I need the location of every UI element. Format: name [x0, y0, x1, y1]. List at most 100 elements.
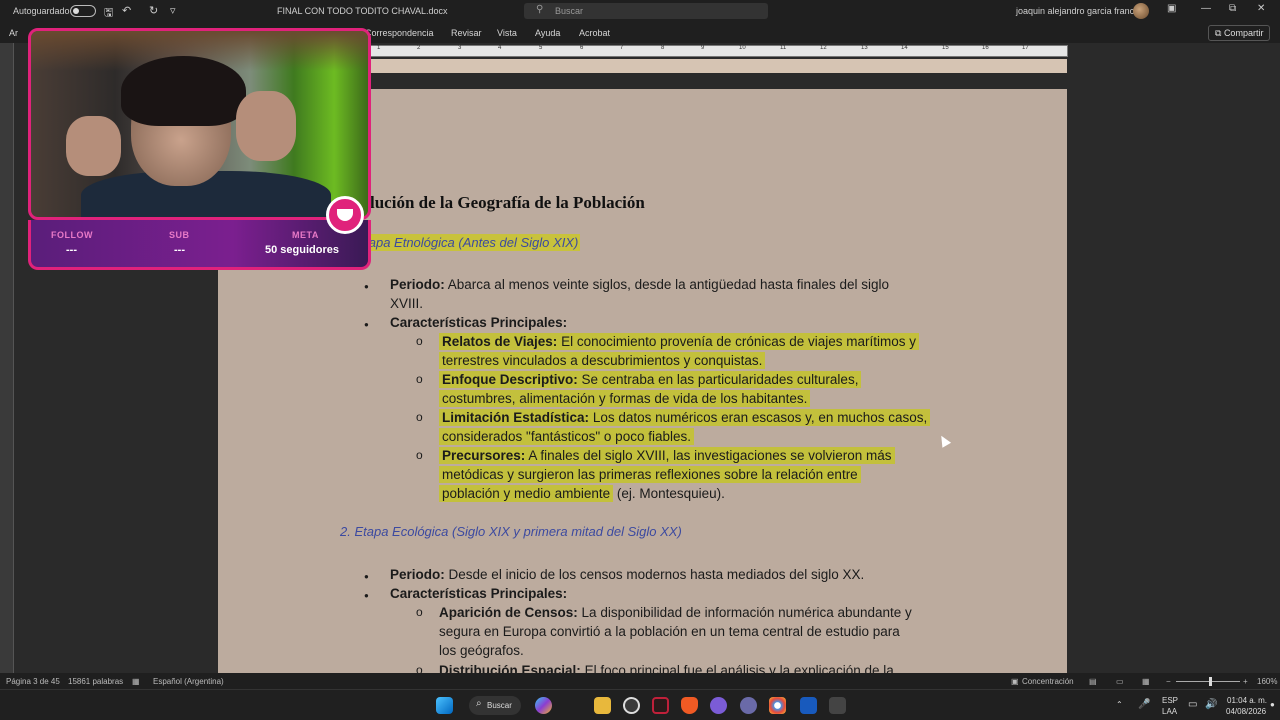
ribbon-display-icon[interactable]: ▣: [1167, 3, 1176, 14]
chrome-icon[interactable]: [769, 697, 786, 714]
ruler-number: 17: [1022, 45, 1029, 51]
twitch-icon[interactable]: [710, 697, 727, 714]
web-layout-icon[interactable]: ▦: [1142, 677, 1150, 686]
minimize-icon[interactable]: —: [1201, 3, 1211, 14]
share-label: Compartir: [1223, 28, 1264, 38]
sub-value: ---: [174, 244, 185, 256]
user-name[interactable]: joaquin alejandro garcia franco: [1016, 6, 1139, 16]
bullet-disc: [364, 586, 369, 601]
chatgpt-icon[interactable]: [623, 697, 640, 714]
keyboard-language-top[interactable]: ESP: [1162, 696, 1178, 705]
restore-icon[interactable]: ⧉: [1229, 3, 1236, 14]
search-icon: ⚲: [536, 4, 544, 15]
bullet-circle: [416, 371, 423, 386]
word-count[interactable]: 15861 palabras: [68, 677, 123, 686]
copilot-icon[interactable]: [535, 697, 552, 714]
redo-icon[interactable]: ↻: [149, 4, 158, 17]
autosave-toggle[interactable]: [70, 5, 96, 17]
save-icon[interactable]: 🖫: [104, 4, 113, 23]
tab-ayuda[interactable]: Ayuda: [535, 28, 560, 38]
zoom-in-icon[interactable]: +: [1243, 677, 1248, 686]
clock-date[interactable]: 04/08/2026: [1226, 707, 1266, 716]
bullet-circle: [416, 604, 423, 619]
tab-correspondencia[interactable]: Correspondencia: [365, 28, 434, 38]
language[interactable]: Español (Argentina): [153, 677, 224, 686]
volume-icon[interactable]: 🔊: [1205, 699, 1217, 710]
item-distribucion: Distribución Espacial: El foco principal…: [439, 663, 894, 673]
bullet-circle: [416, 333, 423, 348]
ruler-number: 14: [901, 45, 908, 51]
taskbar-search[interactable]: Buscar: [469, 696, 521, 715]
meta-label: META: [292, 230, 319, 240]
zoom-slider-thumb[interactable]: [1209, 677, 1212, 686]
read-mode-icon[interactable]: ▤: [1089, 677, 1097, 686]
meta-value: 50 seguidores: [265, 244, 339, 256]
customize-toolbar-icon[interactable]: ▿: [170, 4, 176, 17]
s1-periodo-cont: XVIII.: [390, 296, 424, 311]
print-layout-icon[interactable]: ▭: [1116, 677, 1124, 686]
bullet-disc: [364, 315, 369, 330]
item-censos-cont2: los geógrafos.: [439, 643, 524, 658]
notifications-icon[interactable]: ●: [1270, 700, 1275, 709]
ruler-number: 7: [620, 45, 624, 51]
ruler-number: 2: [417, 45, 421, 51]
tab-archivo[interactable]: Ar: [9, 28, 18, 38]
item-relatos: Relatos de Viajes: El conocimiento prove…: [439, 332, 919, 351]
autosave-label: Autoguardado: [13, 6, 70, 16]
focus-icon[interactable]: ▣: [1011, 677, 1019, 686]
ruler-number: 16: [982, 45, 989, 51]
search-box[interactable]: ⚲ Buscar: [524, 3, 768, 19]
ruler-number: 1: [377, 45, 381, 51]
follow-label: FOLLOW: [51, 230, 93, 240]
zoom-out-icon[interactable]: −: [1166, 677, 1171, 686]
avatar[interactable]: [1133, 3, 1149, 19]
keyboard-language-bottom[interactable]: LAA: [1162, 707, 1177, 716]
title-bar: Autoguardado 🖫 ↶ ↻ ▿ FINAL CON TODO TODI…: [0, 0, 1280, 22]
close-icon[interactable]: ✕: [1257, 3, 1265, 14]
page-count[interactable]: Página 3 de 45: [6, 677, 60, 686]
word-icon[interactable]: [800, 697, 817, 714]
ruler-number: 5: [539, 45, 543, 51]
share-button[interactable]: ⧉ Compartir: [1208, 25, 1270, 41]
ruler-number: 15: [942, 45, 949, 51]
share-icon: ⧉: [1215, 28, 1224, 38]
item-precursores: Precursores: A finales del siglo XVIII, …: [439, 446, 895, 465]
zoom-slider[interactable]: [1176, 681, 1240, 682]
section1-title: 1. Etapa Etnológica (Antes del Siglo XIX…: [340, 234, 581, 251]
microphone-icon[interactable]: 🎤: [1138, 699, 1150, 710]
ruler-number: 11: [780, 45, 787, 51]
ruler-number: 13: [861, 45, 868, 51]
bullet-circle: [416, 447, 423, 462]
opera-icon[interactable]: [652, 697, 669, 714]
sub-label: SUB: [169, 230, 190, 240]
bullet-disc: [364, 567, 369, 582]
item-relatos-cont: terrestres vinculados a descubrimientos …: [439, 351, 766, 370]
windows-taskbar: Buscar ⌃ 🎤 ESP LAA ▭ 🔊 01:04 a. m. 04/08…: [0, 689, 1280, 720]
ruler-number: 6: [580, 45, 584, 51]
vertical-ruler[interactable]: [0, 43, 14, 673]
windows-start-icon[interactable]: [436, 697, 453, 714]
obs-icon[interactable]: [740, 697, 757, 714]
tab-vista[interactable]: Vista: [497, 28, 517, 38]
proofing-icon[interactable]: ▦: [132, 677, 140, 686]
streamer-hand-right: [236, 91, 296, 161]
status-bar: Página 3 de 45 15861 palabras ▦ Español …: [0, 673, 1280, 689]
ruler-number: 8: [661, 45, 665, 51]
ruler-number: 9: [701, 45, 705, 51]
network-icon[interactable]: ▭: [1188, 699, 1197, 710]
bullet-circle: [416, 409, 423, 424]
tab-acrobat[interactable]: Acrobat: [579, 28, 610, 38]
file-explorer-icon[interactable]: [594, 697, 611, 714]
undo-icon[interactable]: ↶: [122, 4, 131, 17]
tab-revisar[interactable]: Revisar: [451, 28, 482, 38]
section-heading: lución de la Geografía de la Población: [370, 193, 645, 212]
ruler-number: 4: [498, 45, 502, 51]
zoom-level[interactable]: 160%: [1257, 677, 1277, 686]
bullet-disc: [364, 277, 369, 292]
clock-time[interactable]: 01:04 a. m.: [1227, 696, 1267, 705]
calculator-icon[interactable]: [829, 697, 846, 714]
show-hidden-icons[interactable]: ⌃: [1116, 700, 1123, 709]
focus-mode[interactable]: Concentración: [1022, 677, 1074, 686]
brave-icon[interactable]: [681, 697, 698, 714]
document-title[interactable]: FINAL CON TODO TODITO CHAVAL.docx: [277, 6, 448, 16]
